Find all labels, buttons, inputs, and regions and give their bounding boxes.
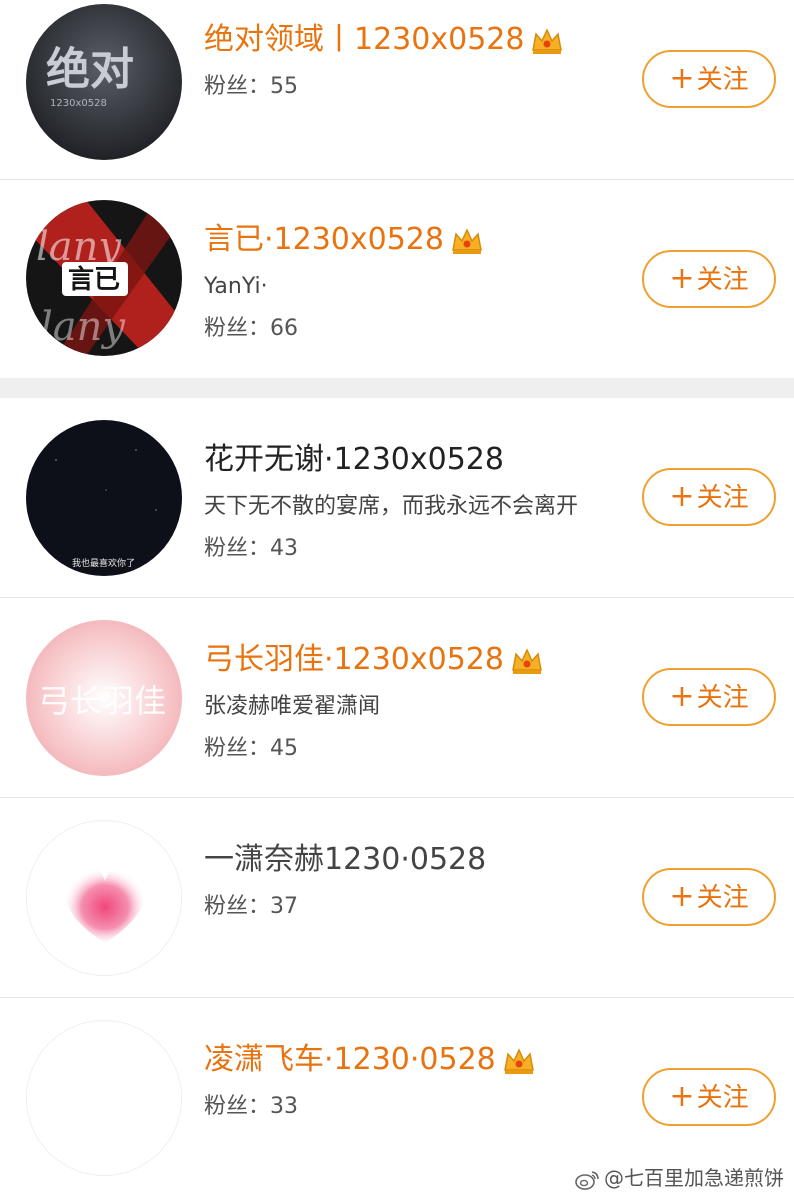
- crown-icon: [452, 227, 482, 254]
- fans-label: 粉丝：: [204, 74, 271, 99]
- user-name-text[interactable]: 弓长羽佳·1230x0528: [204, 642, 504, 677]
- plus-icon: +: [669, 879, 695, 914]
- fans-value: 33: [270, 1094, 299, 1119]
- svg-text:lany: lany: [40, 304, 126, 350]
- watermark: @七百里加急递煎饼: [574, 1164, 784, 1192]
- fans-label: 粉丝：: [204, 1094, 271, 1119]
- avatar[interactable]: [26, 820, 182, 976]
- fans-value: 43: [270, 536, 299, 561]
- user-name[interactable]: 花开无谢·1230x0528: [204, 440, 504, 480]
- avatar-sub-text: 1230x0528: [50, 98, 107, 109]
- fans-value: 66: [270, 316, 299, 341]
- avatar[interactable]: 我也最喜欢你了: [26, 420, 182, 576]
- user-name[interactable]: 弓长羽佳·1230x0528: [204, 640, 544, 680]
- follow-label: 关注: [696, 483, 749, 513]
- plus-icon: +: [669, 61, 695, 96]
- fans-count: 粉丝：55: [204, 72, 298, 102]
- fans-value: 37: [270, 894, 299, 919]
- watermark-text: @七百里加急递煎饼: [604, 1166, 784, 1190]
- follow-button[interactable]: +关注: [642, 868, 776, 926]
- user-row[interactable]: 我也最喜欢你了 花开无谢·1230x0528 天下无不散的宴席，而我永远不会离开…: [0, 398, 794, 598]
- fans-label: 粉丝：: [204, 316, 271, 341]
- crown-icon: [532, 27, 563, 54]
- avatar[interactable]: [26, 1020, 182, 1176]
- fans-count: 粉丝：45: [204, 734, 298, 764]
- section-divider: [0, 378, 794, 398]
- user-bio: 天下无不散的宴席，而我永远不会离开: [204, 494, 579, 519]
- fans-label: 粉丝：: [204, 736, 271, 761]
- fans-value: 55: [270, 74, 299, 99]
- user-name-text[interactable]: 花开无谢·1230x0528: [204, 442, 504, 477]
- fans-label: 粉丝：: [204, 894, 271, 919]
- plus-icon: +: [669, 479, 695, 514]
- follow-button[interactable]: +关注: [642, 468, 776, 526]
- plus-icon: +: [669, 261, 695, 296]
- weibo-logo-icon: [575, 1170, 599, 1190]
- crown-icon: [512, 647, 542, 674]
- follow-list-page: 绝对 1230x0528 绝对领域丨1230x0528 粉丝：55 +关注 la…: [0, 0, 794, 1200]
- avatar-logo-text: 言已: [68, 265, 120, 295]
- user-name-text[interactable]: 绝对领域丨1230x0528: [204, 22, 524, 57]
- user-row[interactable]: 绝对 1230x0528 绝对领域丨1230x0528 粉丝：55 +关注: [0, 0, 794, 180]
- fans-value: 45: [270, 736, 299, 761]
- user-bio: 张凌赫唯爱翟潇闻: [204, 694, 381, 719]
- user-name-text[interactable]: 凌潇飞车·1230·0528: [204, 1042, 496, 1077]
- fans-count: 粉丝：33: [204, 1092, 298, 1122]
- avatar-caption: 我也最喜欢你了: [72, 557, 135, 569]
- user-name[interactable]: 绝对领域丨1230x0528: [204, 20, 564, 60]
- user-row[interactable]: 一潇奈赫1230·0528 粉丝：37 +关注: [0, 798, 794, 998]
- user-name[interactable]: 言已·1230x0528: [204, 220, 484, 260]
- follow-button[interactable]: +关注: [642, 250, 776, 308]
- fans-label: 粉丝：: [204, 536, 271, 561]
- follow-button[interactable]: +关注: [642, 668, 776, 726]
- user-row[interactable]: lany lany 言已 言已·1230x0528 YanYi· 粉丝：66 +…: [0, 180, 794, 378]
- avatar[interactable]: 绝对 1230x0528: [26, 4, 182, 160]
- fans-count: 粉丝：37: [204, 892, 298, 922]
- follow-label: 关注: [696, 883, 749, 913]
- user-name[interactable]: 一潇奈赫1230·0528: [204, 840, 486, 880]
- user-name[interactable]: 凌潇飞车·1230·0528: [204, 1040, 536, 1080]
- avatar[interactable]: 弓长羽佳: [26, 620, 182, 776]
- plus-icon: +: [669, 1079, 695, 1114]
- avatar-logo-text: 弓长羽佳: [38, 682, 166, 720]
- follow-button[interactable]: +关注: [642, 50, 776, 108]
- user-name-text[interactable]: 言已·1230x0528: [204, 222, 444, 257]
- follow-label: 关注: [696, 683, 749, 713]
- follow-label: 关注: [696, 65, 749, 95]
- user-name-text[interactable]: 一潇奈赫1230·0528: [204, 842, 486, 877]
- follow-button[interactable]: +关注: [642, 1068, 776, 1126]
- user-row[interactable]: 弓长羽佳 弓长羽佳·1230x0528 张凌赫唯爱翟潇闻 粉丝：45 +关注: [0, 598, 794, 798]
- avatar[interactable]: lany lany 言已: [26, 200, 182, 356]
- plus-icon: +: [669, 679, 695, 714]
- follow-label: 关注: [696, 265, 749, 295]
- fans-count: 粉丝：66: [204, 314, 298, 344]
- crown-icon: [503, 1047, 534, 1074]
- follow-label: 关注: [696, 1083, 749, 1113]
- user-bio: YanYi·: [204, 274, 268, 299]
- fans-count: 粉丝：43: [204, 534, 298, 564]
- avatar-logo-text: 绝对: [46, 44, 134, 95]
